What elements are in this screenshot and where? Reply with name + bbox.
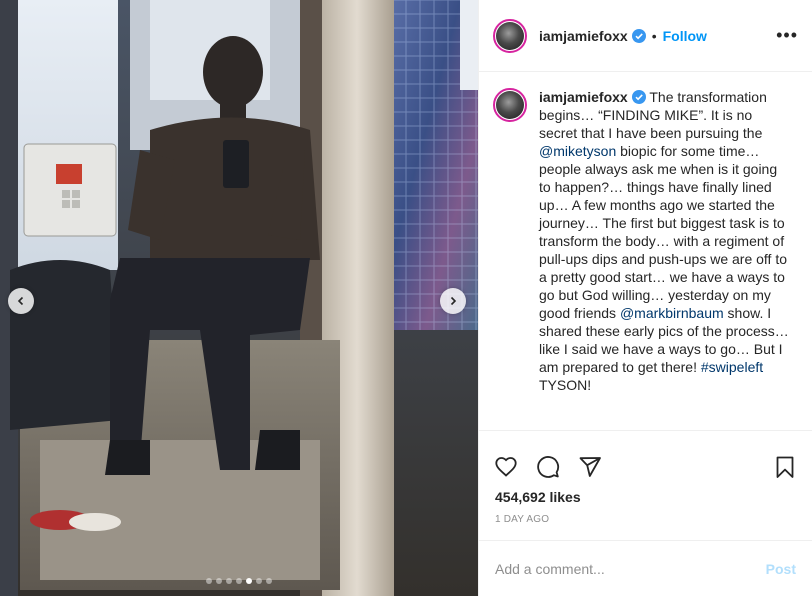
hashtag-link[interactable]: #swipeleft — [701, 359, 763, 375]
post-photo — [0, 0, 478, 596]
heart-icon — [495, 456, 517, 477]
avatar[interactable] — [493, 18, 527, 53]
follow-button[interactable]: Follow — [663, 28, 707, 44]
caption-text-part: biopic for some time… people always ask … — [539, 143, 788, 321]
verified-badge-icon — [631, 28, 646, 43]
post-comment-button[interactable]: Post — [766, 561, 796, 577]
bookmark-icon — [776, 456, 794, 478]
chevron-right-icon — [450, 296, 457, 306]
post-media[interactable] — [0, 0, 478, 596]
carousel-dot — [216, 578, 222, 584]
mention-link[interactable]: @markbirnbaum — [620, 305, 724, 321]
post-side-panel: iamjamiefoxx • Follow ••• iamjamiefoxx T… — [478, 0, 812, 596]
author-username[interactable]: iamjamiefoxx — [539, 28, 628, 44]
carousel-dot — [206, 578, 212, 584]
verified-badge-icon — [631, 90, 646, 104]
caption-avatar[interactable] — [493, 88, 527, 122]
mention-link[interactable]: @miketyson — [539, 143, 616, 159]
post-timestamp[interactable]: 1 DAY AGO — [479, 514, 812, 525]
caption: iamjamiefoxx The transformation begins… … — [493, 88, 798, 394]
carousel-dot — [226, 578, 232, 584]
comment-icon — [537, 455, 560, 478]
carousel-next-button[interactable] — [440, 288, 466, 314]
comment-button[interactable] — [535, 454, 561, 480]
carousel-dot — [256, 578, 262, 584]
add-comment-form: Post — [479, 540, 812, 596]
carousel-dot — [236, 578, 242, 584]
carousel-dot — [266, 578, 272, 584]
header-separator: • — [651, 27, 657, 44]
comment-input[interactable] — [495, 560, 766, 577]
chevron-left-icon — [17, 296, 24, 306]
share-button[interactable] — [577, 454, 603, 480]
save-button[interactable] — [772, 454, 798, 480]
carousel-prev-button[interactable] — [8, 288, 34, 314]
instagram-post: iamjamiefoxx • Follow ••• iamjamiefoxx T… — [0, 0, 812, 596]
like-button[interactable] — [493, 454, 519, 480]
more-options-icon[interactable]: ••• — [776, 25, 798, 46]
comments-section[interactable]: iamjamiefoxx The transformation begins… … — [479, 72, 812, 430]
carousel-indicator — [0, 578, 478, 584]
share-icon — [579, 456, 601, 477]
post-header: iamjamiefoxx • Follow ••• — [479, 0, 812, 72]
caption-username[interactable]: iamjamiefoxx — [539, 89, 628, 105]
caption-text: iamjamiefoxx The transformation begins… … — [539, 88, 789, 394]
caption-text-part: TYSON! — [539, 377, 592, 393]
likes-count[interactable]: 454,692 likes — [479, 488, 812, 506]
carousel-dot-active — [246, 578, 252, 584]
